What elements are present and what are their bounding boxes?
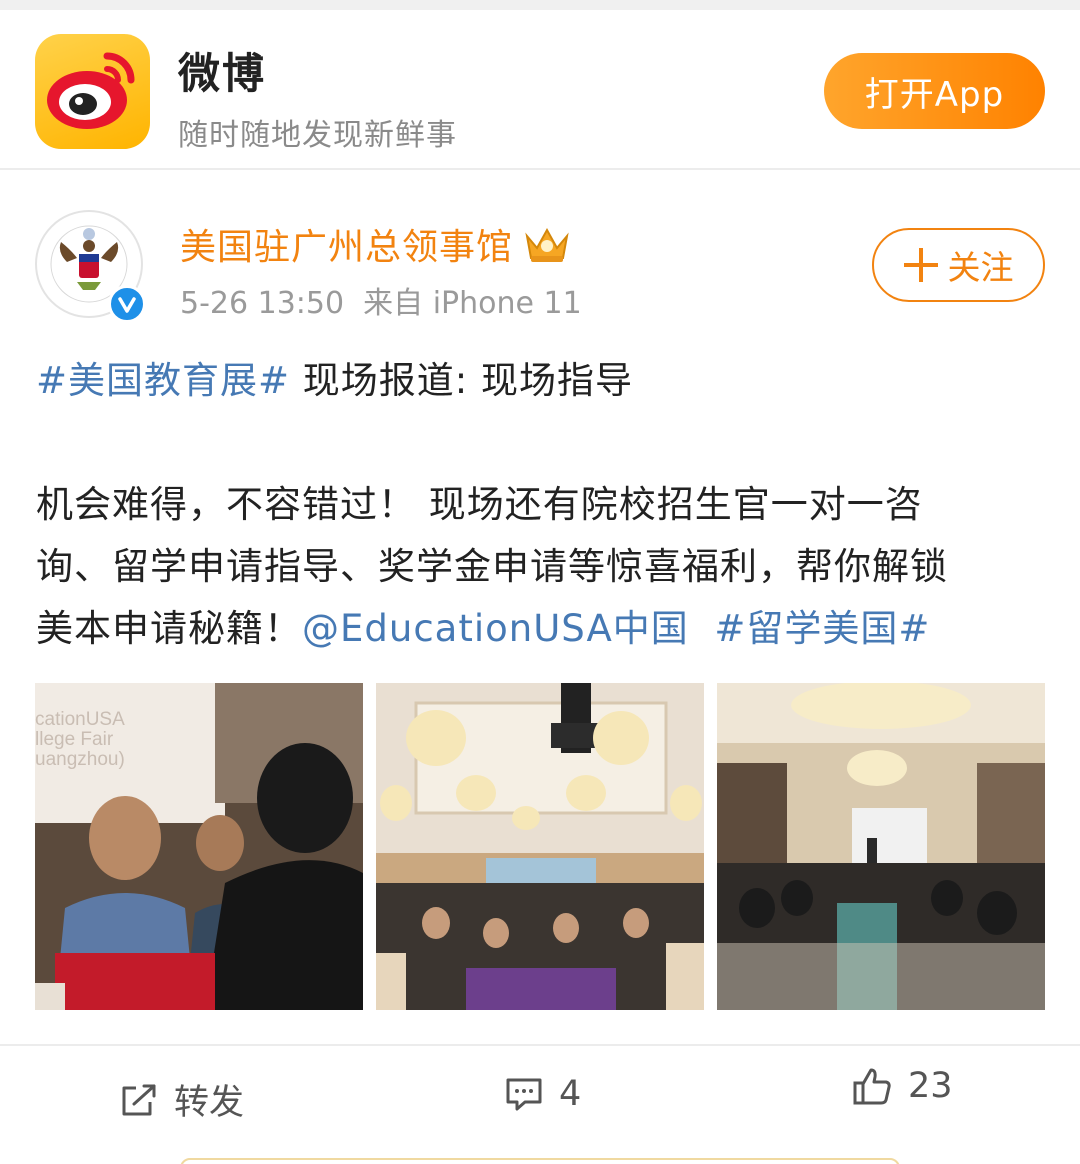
verified-badge-icon [108, 285, 146, 323]
app-slogan: 随时随地发现新鲜事 [178, 118, 457, 153]
photo-seminar-hall[interactable] [717, 683, 1045, 1010]
follow-label: 关注 [947, 248, 1014, 287]
post-text-segment: 美本申请秘籍！ [36, 607, 302, 650]
comment-count: 4 [559, 1074, 582, 1114]
photo-caption-line: cationUSA [35, 709, 125, 730]
comment-icon [506, 1078, 542, 1111]
app-banner: 微博 随时随地发现新鲜事 打开App [0, 10, 1080, 170]
hashtag-link[interactable]: #留学美国# [714, 607, 930, 650]
post-line-2: 机会难得，不容错过！ 现场还有院校招生官一对一咨 [36, 483, 923, 526]
photo-ballroom-fair[interactable] [376, 683, 704, 1010]
plus-icon [903, 248, 938, 282]
like-button[interactable]: 23 [852, 1066, 953, 1106]
post-line-3: 询、留学申请指导、奖学金申请等惊喜福利，帮你解锁 [36, 545, 948, 588]
crown-badge-icon [525, 227, 569, 262]
post-line-1: #美国教育展# 现场报道: 现场指导 [36, 350, 1046, 412]
comment-button[interactable]: 4 [505, 1074, 581, 1114]
repost-label: 转发 [174, 1083, 245, 1123]
photo-grid: cationUSA llege Fair uangzhou) [35, 683, 1045, 1010]
like-count: 23 [908, 1066, 953, 1106]
author-name[interactable]: 美国驻广州总领事馆 [180, 218, 571, 270]
post-meta: 5-26 13:50 来自 iPhone 11 [180, 278, 582, 322]
mention-link[interactable]: @EducationUSA中国 [302, 607, 689, 650]
photo-caption-line: uangzhou) [35, 749, 125, 770]
post-source: 来自 iPhone 11 [363, 286, 582, 321]
repost-button[interactable]: 转发 [120, 1074, 244, 1125]
bottom-cta-edge [180, 1158, 900, 1164]
post-text-segment: 现场报道: 现场指导 [290, 359, 634, 402]
weibo-logo-icon[interactable] [35, 34, 150, 149]
post-timestamp: 5-26 13:50 [180, 286, 345, 321]
photo-college-fair-consultation[interactable]: cationUSA llege Fair uangzhou) [35, 683, 363, 1010]
follow-button[interactable]: 关注 [872, 228, 1045, 302]
post-line-4: 美本申请秘籍！@EducationUSA中国 #留学美国# [36, 598, 1046, 660]
thumbs-up-icon [853, 1068, 891, 1105]
status-strip [0, 0, 1080, 10]
author-name-text[interactable]: 美国驻广州总领事馆 [180, 218, 513, 270]
post-body: #美国教育展# 现场报道: 现场指导 机会难得，不容错过！ 现场还有院校招生官一… [36, 350, 1046, 660]
repost-icon [122, 1084, 156, 1115]
photo-caption-line: llege Fair [35, 729, 114, 750]
hashtag-link[interactable]: #美国教育展# [36, 359, 290, 402]
open-app-button[interactable]: 打开App [824, 53, 1045, 129]
action-bar: 转发 4 23 [0, 1044, 1080, 1140]
app-name: 微博 [178, 49, 267, 98]
